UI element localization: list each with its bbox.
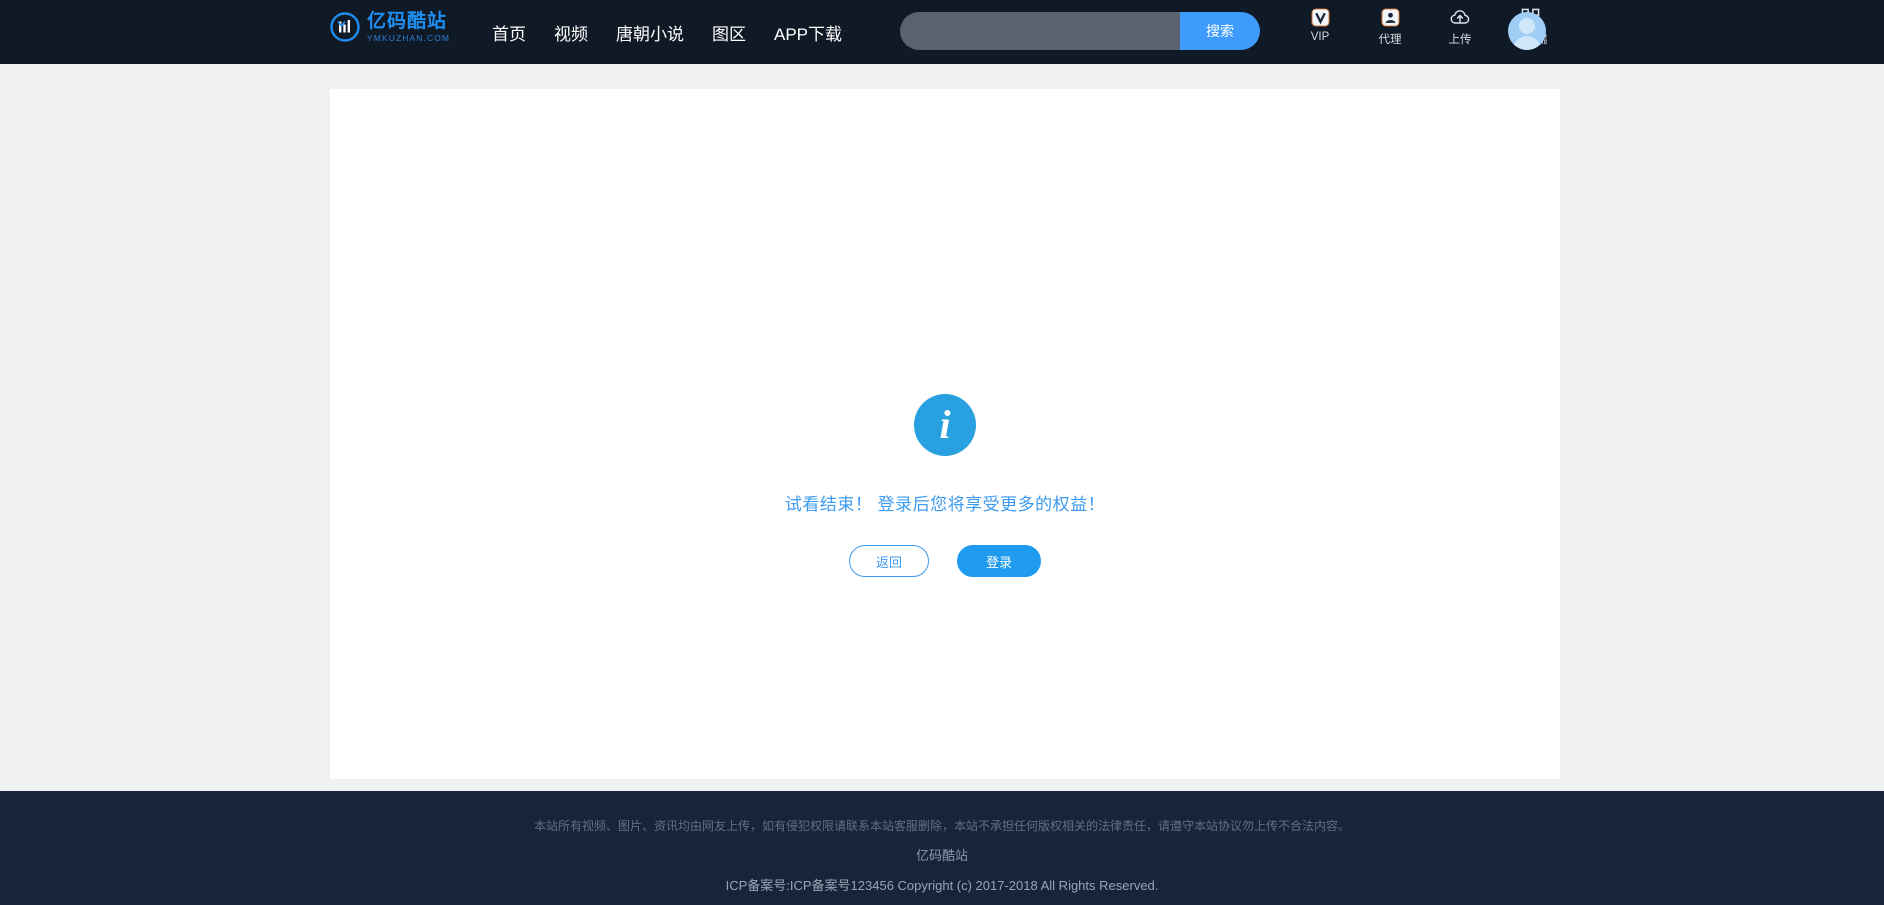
tool-label-upload: 上传 [1448, 34, 1472, 46]
site-header: 亿码酷站 YMKUZHAN.COM 首页 视频 唐朝小说 图区 APP下载 搜索… [0, 0, 1884, 64]
tool-upload[interactable]: 上传 [1435, 6, 1485, 47]
ymkuzhan-circle-logo-icon [330, 12, 360, 42]
footer-copyright: ICP备案号:ICP备案号123456 Copyright (c) 2017-2… [725, 878, 1159, 893]
vip-badge-icon [1310, 6, 1330, 28]
content-panel: i 试看结束！ 登录后您将享受更多的权益！ 返回 登录 [330, 89, 1560, 779]
logo-text-cn: 亿码酷站 [367, 11, 448, 32]
nav-item-novel[interactable]: 唐朝小说 [614, 16, 686, 49]
tool-agent[interactable]: 代理 [1365, 6, 1415, 47]
agent-person-icon [1380, 6, 1400, 28]
tool-label-vip: VIP [1310, 31, 1330, 43]
nav-item-video[interactable]: 视频 [552, 16, 590, 49]
page-body: i 试看结束！ 登录后您将享受更多的权益！ 返回 登录 [0, 64, 1884, 791]
nav-item-gallery[interactable]: 图区 [710, 16, 748, 49]
notice-message: 试看结束！ 登录后您将享受更多的权益！ [784, 495, 1106, 514]
login-button[interactable]: 登录 [957, 545, 1041, 577]
search-input[interactable] [900, 12, 1180, 50]
site-logo[interactable]: 亿码酷站 YMKUZHAN.COM [330, 12, 450, 43]
notice-actions: 返回 登录 [849, 545, 1041, 577]
main-nav: 首页 视频 唐朝小说 图区 APP下载 [490, 0, 844, 64]
nav-item-app-download[interactable]: APP下载 [772, 16, 844, 49]
nav-item-home[interactable]: 首页 [490, 16, 528, 49]
footer-site-name: 亿码酷站 [915, 848, 968, 863]
logo-text-en: YMKUZHAN.COM [367, 33, 451, 43]
tool-label-agent: 代理 [1378, 34, 1402, 46]
info-circle-icon: i [914, 394, 976, 456]
preview-ended-notice: i 试看结束！ 登录后您将享受更多的权益！ 返回 登录 [330, 394, 1560, 577]
site-footer: 本站所有视频、图片、资讯均由网友上传，如有侵犯权限请联系本站客服删除，本站不承担… [0, 791, 1884, 905]
footer-disclaimer: 本站所有视频、图片、资讯均由网友上传，如有侵犯权限请联系本站客服删除，本站不承担… [533, 819, 1350, 833]
user-avatar-icon[interactable] [1508, 12, 1546, 50]
search-button[interactable]: 搜索 [1180, 12, 1260, 50]
search-bar: 搜索 [900, 12, 1260, 50]
back-button[interactable]: 返回 [849, 545, 929, 577]
avatar-body [1513, 36, 1541, 50]
avatar-head [1519, 18, 1535, 34]
tool-vip[interactable]: VIP [1295, 6, 1345, 43]
cloud-upload-icon [1449, 6, 1471, 28]
